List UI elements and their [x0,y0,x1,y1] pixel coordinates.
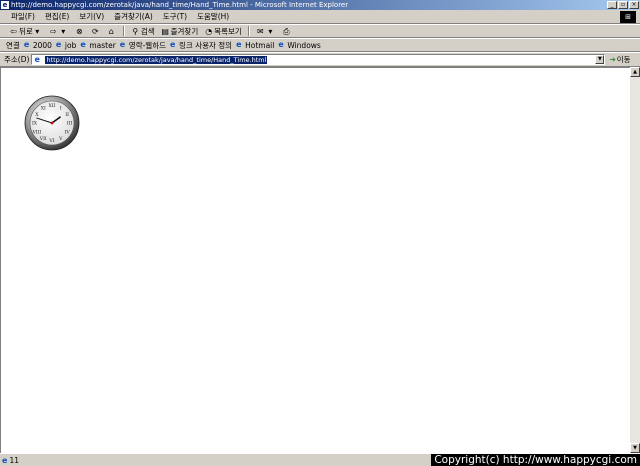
link-webhard[interactable]: e 영락-웹하드 [118,40,168,51]
clock-numeral: VII [39,136,47,142]
analog-clock: XII IIIIIIIVVVIVIIVIIIIXXXI [24,95,80,151]
clock-numeral: II [65,112,69,118]
home-icon: ⌂ [108,26,114,36]
go-button[interactable]: ➔ 이동 [609,54,630,65]
forward-arrow-icon: ⇨ [49,26,57,36]
favorites-label: 즐겨찾기 [170,26,199,36]
standard-toolbar: ⇦ 뒤로 ▾ ⇨ ▾ ⊗ ⟳ ⌂ ⚲ 검색 ▤ 즐겨찾기 ◔ 목록보기 ✉ ▾ … [0,24,640,38]
clock-numeral: III [67,121,73,127]
clock-numeral: XI [41,105,46,111]
scroll-up-button[interactable]: ▲ [630,67,640,77]
dropdown-icon: ▾ [35,26,40,36]
history-icon: ◔ [205,26,213,36]
toolbar-separator [122,26,125,36]
status-bar: e 11 Copyright(c) http://www.happycgi.co… [0,453,640,466]
menu-view[interactable]: 보기(V) [74,11,109,22]
address-label: 주소(D) [4,55,30,64]
link-job[interactable]: e job [54,41,78,50]
ie-page-icon: e [278,40,284,49]
ie-page-icon: e [80,40,86,49]
menu-favorites[interactable]: 즐겨찾기(A) [109,11,158,22]
ie-page-icon: e [34,55,40,64]
address-dropdown-button[interactable]: ▼ [595,55,605,64]
windows-logo-icon: ⊞ [620,11,636,23]
search-label: 검색 [140,26,155,36]
ie-page-icon: e [2,455,8,465]
history-label: 목록보기 [214,26,242,36]
menu-file[interactable]: 파일(F) [6,11,40,22]
forward-button[interactable]: ⇨ ▾ [46,27,72,36]
clock-numeral: XII [49,103,56,109]
address-input[interactable]: e http://demo.happycgi.com/zerotak/java/… [31,54,606,65]
window-title: http://demo.happycgi.com/zerotak/java/ha… [11,1,349,9]
link-2000[interactable]: e 2000 [22,41,54,50]
toolbar-separator [247,26,250,36]
copyright-watermark: Copyright(c) http://www.happycgi.com [431,454,640,466]
links-label: 연결 [6,40,20,50]
close-button[interactable]: × [629,1,639,9]
status-text: 11 [9,455,19,465]
print-icon: ⎙ [283,26,290,36]
clock-numeral: VIII [31,129,41,135]
link-label: 영락-웹하드 [128,40,167,50]
ie-page-icon: e [170,40,176,49]
home-button[interactable]: ⌂ [104,27,120,36]
link-label: Hotmail [245,40,275,50]
clock-numeral: IX [32,121,38,127]
favorites-button[interactable]: ▤ 즐겨찾기 [158,26,202,37]
menu-tools[interactable]: 도구(T) [158,11,192,22]
ie-icon: e [1,1,9,9]
mail-icon: ✉ [256,26,264,36]
link-master[interactable]: e master [78,41,117,50]
link-hotmail[interactable]: e Hotmail [234,41,276,50]
back-label: 뒤로 [19,26,33,36]
clock-numeral: I [60,105,62,111]
menu-bar: 파일(F) 편집(E) 보기(V) 즐겨찾기(A) 도구(T) 도움말(H) ⊞ [0,10,640,24]
link-customize[interactable]: e 링크 사용자 정의 [168,40,234,51]
link-label: 링크 사용자 정의 [179,40,233,50]
favorites-icon: ▤ [161,26,169,36]
links-bar: 연결 e 2000 e job e master e 영락-웹하드 e 링크 사용자 정의… [0,38,640,52]
link-windows[interactable]: e Windows [276,41,322,50]
stop-button[interactable]: ⊗ [72,27,88,36]
link-label: Windows [287,40,321,50]
clock-numeral: V [58,136,63,142]
ie-page-icon: e [236,40,242,49]
mail-button[interactable]: ✉ ▾ [253,27,279,36]
go-label: 이동 [616,55,631,64]
print-button[interactable]: ⎙ [279,27,295,36]
scroll-down-button[interactable]: ▼ [630,443,640,453]
refresh-icon: ⟳ [91,26,99,36]
link-label: 2000 [32,40,52,50]
link-label: master [89,40,116,50]
go-arrow-icon: ➔ [609,55,616,64]
window-controls: _ ▫ × [607,1,639,9]
minimize-button[interactable]: _ [607,1,617,9]
address-url[interactable]: http://demo.happycgi.com/zerotak/java/ha… [45,55,268,64]
dropdown-icon: ▾ [61,26,66,36]
title-bar: e http://demo.happycgi.com/zerotak/java/… [0,0,640,10]
refresh-button[interactable]: ⟳ [88,27,104,36]
link-label: job [64,40,77,50]
back-arrow-icon: ⇦ [10,26,17,36]
menu-edit[interactable]: 편집(E) [40,11,74,22]
ie-page-icon: e [23,40,30,49]
ie-page-icon: e [55,40,62,49]
ie-page-icon: e [119,40,126,49]
search-button[interactable]: ⚲ 검색 [128,26,158,37]
back-button[interactable]: ⇦ 뒤로 ▾ [6,26,46,37]
clock-numeral: IV [65,129,71,135]
restore-button[interactable]: ▫ [618,1,628,9]
search-icon: ⚲ [132,26,139,36]
page-content: XII I II III IV V VI VII VIII IX X XI [0,67,630,453]
stop-icon: ⊗ [75,26,83,36]
history-button[interactable]: ◔ 목록보기 [201,26,245,37]
clock-numeral: VI [48,138,54,144]
clock-center [50,121,54,125]
vertical-scrollbar[interactable]: ▲ ▼ [630,67,640,453]
dropdown-icon: ▾ [268,26,273,36]
menu-help[interactable]: 도움말(H) [192,11,234,22]
address-bar: 주소(D) e http://demo.happycgi.com/zerotak… [0,52,640,67]
